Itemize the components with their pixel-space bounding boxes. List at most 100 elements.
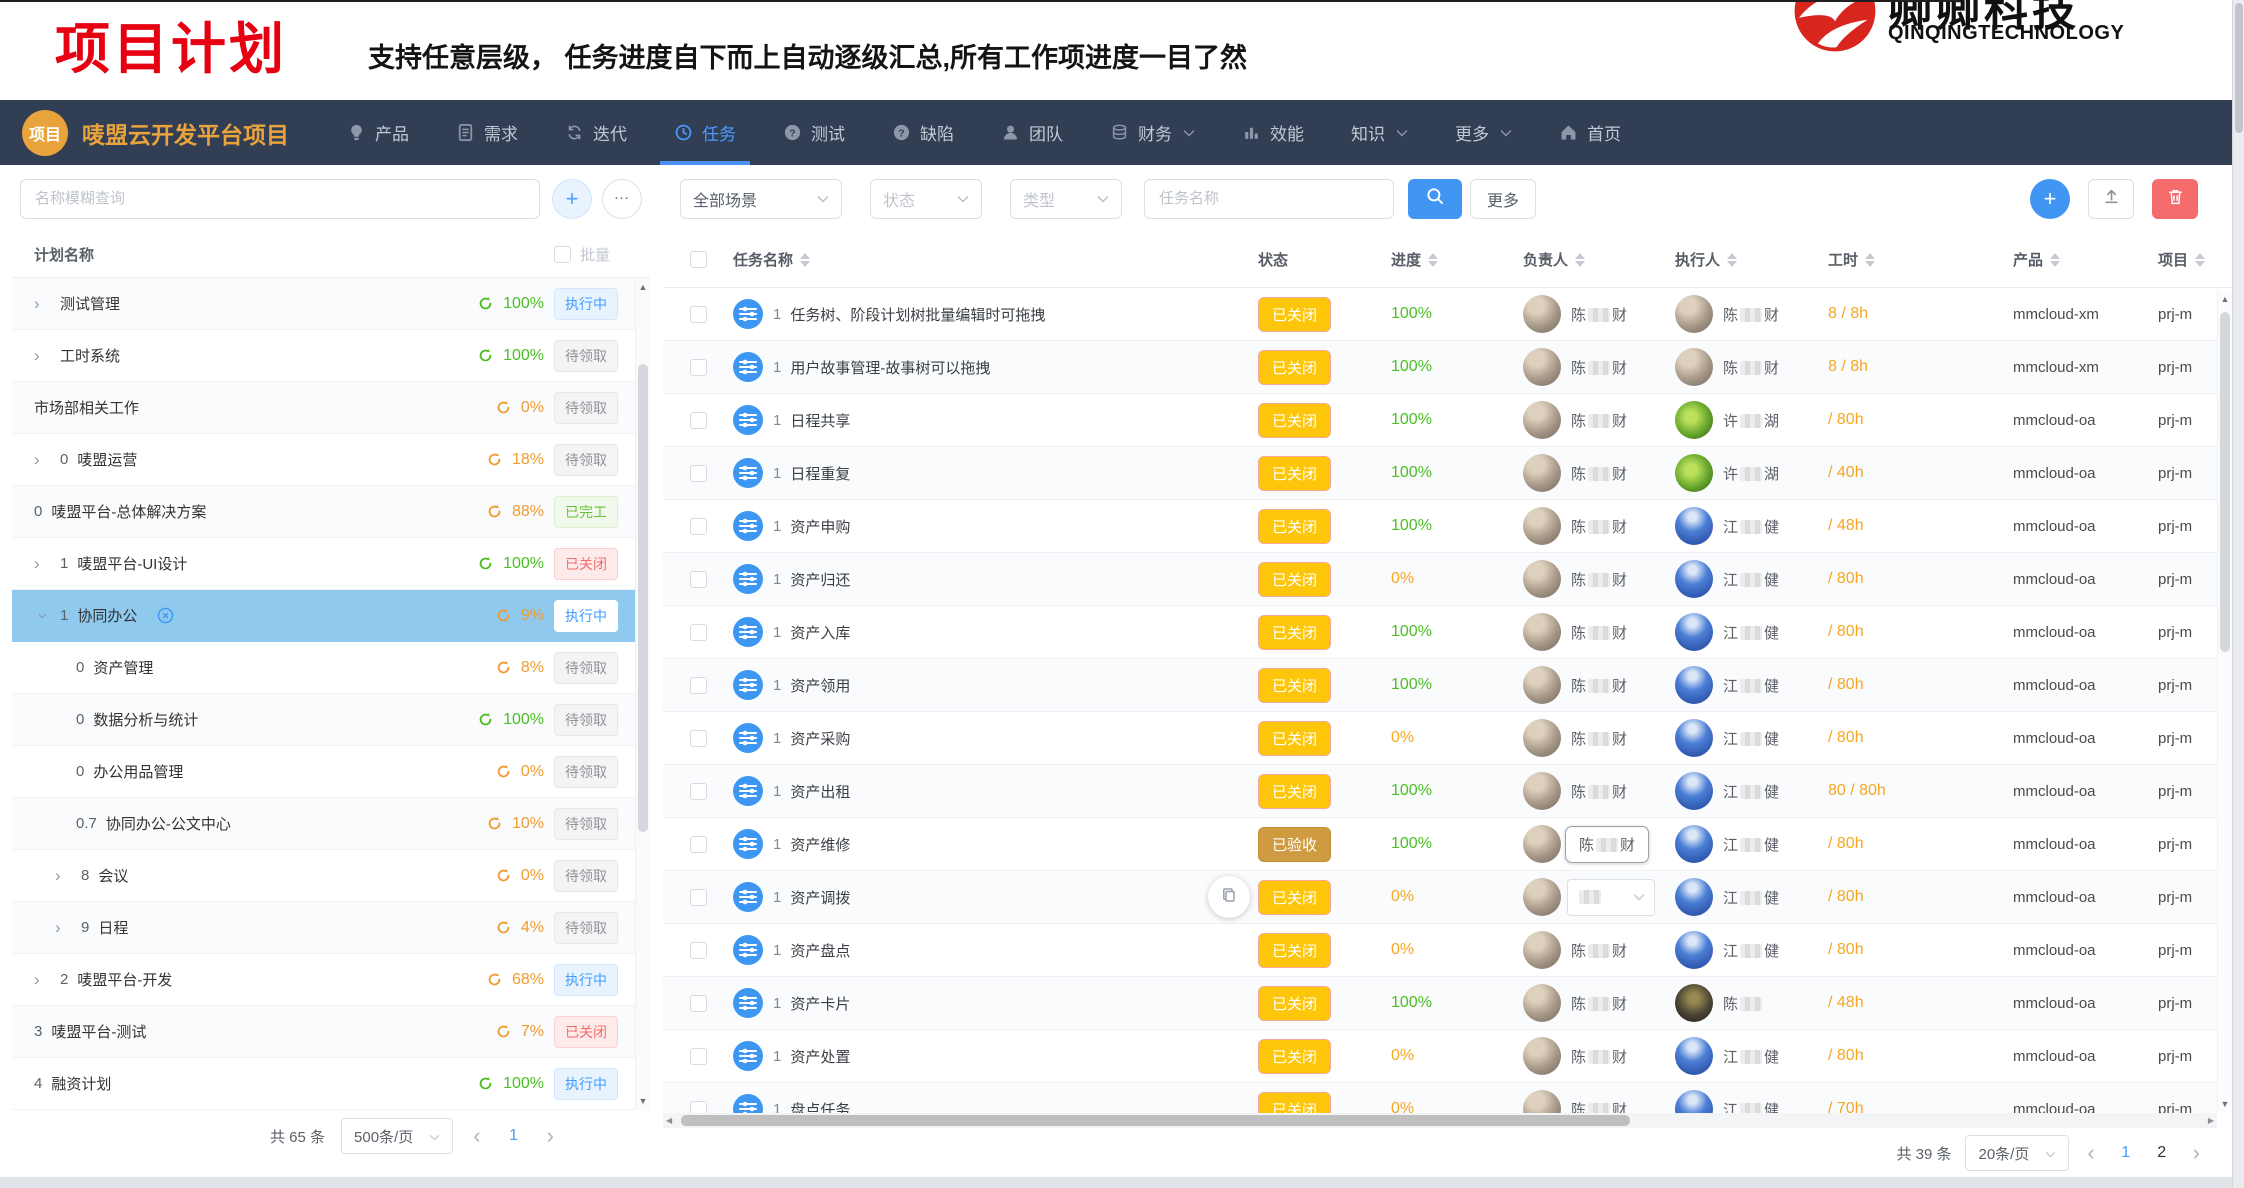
plan-tree-row[interactable]: 0唛盟平台-总体解决方案 88% 已完工 bbox=[12, 486, 650, 538]
nav-item-迭代[interactable]: 迭代 bbox=[565, 100, 627, 165]
delete-button[interactable] bbox=[2152, 179, 2198, 219]
plan-tree-row[interactable]: 0资产管理 8% 待领取 bbox=[12, 642, 650, 694]
column-header-执行人[interactable]: 执行人 bbox=[1675, 249, 1828, 270]
horizontal-scrollbar[interactable]: ◀ ▶ bbox=[663, 1113, 2217, 1128]
task-page-size-select[interactable]: 20条/页 bbox=[1965, 1135, 2069, 1171]
task-page-number-1[interactable]: 1 bbox=[2113, 1144, 2139, 1162]
row-checkbox[interactable] bbox=[690, 1101, 707, 1114]
scroll-up-icon[interactable]: ▲ bbox=[636, 282, 650, 292]
plan-tree-row[interactable]: ›1协同办公 9% 执行中 bbox=[12, 590, 650, 642]
sort-icon[interactable] bbox=[2195, 253, 2205, 267]
nav-item-首页[interactable]: 首页 bbox=[1559, 100, 1621, 165]
chevron-right-icon[interactable]: › bbox=[34, 450, 60, 470]
select-all-checkbox[interactable] bbox=[690, 251, 707, 268]
sort-icon[interactable] bbox=[1575, 253, 1585, 267]
nav-item-财务[interactable]: 财务 bbox=[1110, 100, 1195, 165]
plan-page-number[interactable]: 1 bbox=[501, 1127, 527, 1145]
scroll-left-icon[interactable]: ◀ bbox=[666, 1116, 672, 1125]
plan-prev-page-button[interactable]: ‹ bbox=[469, 1125, 484, 1147]
plan-tree-row[interactable]: 市场部相关工作 0% 待领取 bbox=[12, 382, 650, 434]
chevron-right-icon[interactable]: › bbox=[34, 294, 60, 314]
nav-item-任务[interactable]: 任务 bbox=[674, 100, 736, 165]
column-header-进度[interactable]: 进度 bbox=[1391, 249, 1523, 270]
task-table-row[interactable]: 1 资产维修 已验收 100% 陈财 江健 / 80h mmcloud-oa p… bbox=[663, 818, 2232, 871]
column-header-工时[interactable]: 工时 bbox=[1828, 249, 2013, 270]
task-table-row[interactable]: 1 日程共享 已关闭 100% 陈财 许湖 / 80h mmcloud-oa p… bbox=[663, 394, 2232, 447]
search-button[interactable] bbox=[1408, 179, 1462, 219]
chevron-right-icon[interactable]: › bbox=[34, 346, 60, 366]
task-table-row[interactable]: 1 用户故事管理-故事树可以拖拽 已关闭 100% 陈财 陈财 8 / 8h m… bbox=[663, 341, 2232, 394]
row-checkbox[interactable] bbox=[690, 359, 707, 376]
task-table-row[interactable]: 1 资产入库 已关闭 100% 陈财 江健 / 80h mmcloud-oa p… bbox=[663, 606, 2232, 659]
more-options-button[interactable]: … bbox=[602, 179, 642, 219]
scroll-down-icon[interactable]: ▼ bbox=[2218, 1099, 2232, 1109]
task-prev-page-button[interactable]: ‹ bbox=[2083, 1142, 2098, 1164]
chevron-right-icon[interactable]: › bbox=[55, 918, 81, 938]
sort-icon[interactable] bbox=[1865, 253, 1875, 267]
window-scrollbar-thumb[interactable] bbox=[2235, 3, 2243, 133]
nav-item-测试[interactable]: ?测试 bbox=[783, 100, 845, 165]
plan-tree-row[interactable]: 0.7协同办公-公文中心 10% 待领取 bbox=[12, 798, 650, 850]
plan-name-search-input[interactable] bbox=[20, 179, 540, 219]
plan-tree-row[interactable]: ›9日程 4% 待领取 bbox=[12, 902, 650, 954]
row-checkbox[interactable] bbox=[690, 730, 707, 747]
close-circle-icon[interactable] bbox=[157, 607, 174, 624]
scrollbar-thumb[interactable] bbox=[638, 364, 648, 832]
row-checkbox[interactable] bbox=[690, 942, 707, 959]
plan-next-page-button[interactable]: › bbox=[543, 1125, 558, 1147]
task-table-row[interactable]: 1 资产领用 已关闭 100% 陈财 江健 / 80h mmcloud-oa p… bbox=[663, 659, 2232, 712]
plan-tree-row[interactable]: 4融资计划 100% 执行中 bbox=[12, 1058, 650, 1110]
column-header-产品[interactable]: 产品 bbox=[2013, 249, 2158, 270]
task-table-row[interactable]: 1 资产申购 已关闭 100% 陈财 江健 / 48h mmcloud-oa p… bbox=[663, 500, 2232, 553]
task-table-row[interactable]: 1 资产处置 已关闭 0% 陈财 江健 / 80h mmcloud-oa prj… bbox=[663, 1030, 2232, 1083]
add-task-button[interactable]: + bbox=[2030, 179, 2070, 219]
task-name-search-input[interactable] bbox=[1144, 179, 1394, 219]
chevron-right-icon[interactable]: › bbox=[34, 554, 60, 574]
sort-icon[interactable] bbox=[800, 253, 810, 267]
task-page-number-2[interactable]: 2 bbox=[2149, 1144, 2175, 1162]
hscroll-thumb[interactable] bbox=[681, 1115, 1629, 1126]
chevron-right-icon[interactable]: › bbox=[34, 970, 60, 990]
row-checkbox[interactable] bbox=[690, 306, 707, 323]
column-header-项目[interactable]: 项目 bbox=[2158, 249, 2232, 270]
status-select[interactable]: 状态 bbox=[870, 179, 982, 219]
chevron-right-icon[interactable]: › bbox=[55, 866, 81, 886]
nav-item-需求[interactable]: 需求 bbox=[456, 100, 518, 165]
task-next-page-button[interactable]: › bbox=[2189, 1142, 2204, 1164]
plan-tree-row[interactable]: 3唛盟平台-测试 7% 已关闭 bbox=[12, 1006, 650, 1058]
row-checkbox[interactable] bbox=[690, 571, 707, 588]
nav-item-更多[interactable]: 更多 bbox=[1455, 100, 1512, 165]
row-checkbox[interactable] bbox=[690, 677, 707, 694]
scroll-right-icon[interactable]: ▶ bbox=[2208, 1116, 2214, 1125]
plan-tree-row[interactable]: ›2唛盟平台-开发 68% 执行中 bbox=[12, 954, 650, 1006]
plan-tree-scrollbar[interactable]: ▲ ▼ bbox=[635, 278, 650, 1110]
nav-item-缺陷[interactable]: ?缺陷 bbox=[892, 100, 954, 165]
plan-tree-row[interactable]: ›测试管理 100% 执行中 bbox=[12, 278, 650, 330]
row-checkbox[interactable] bbox=[690, 836, 707, 853]
scrollbar-thumb[interactable] bbox=[2220, 312, 2230, 652]
sort-icon[interactable] bbox=[1428, 253, 1438, 267]
more-filters-button[interactable]: 更多 bbox=[1470, 179, 1536, 219]
task-table-row[interactable]: 1 资产归还 已关闭 0% 陈财 江健 / 80h mmcloud-oa prj… bbox=[663, 553, 2232, 606]
nav-item-产品[interactable]: 产品 bbox=[347, 100, 409, 165]
window-scrollbar[interactable] bbox=[2232, 0, 2244, 1188]
task-table-row[interactable]: 1 资产出租 已关闭 100% 陈财 江健 80 / 80h mmcloud-o… bbox=[663, 765, 2232, 818]
column-header-任务名称[interactable]: 任务名称 bbox=[733, 249, 1258, 270]
plan-tree-row[interactable]: 0数据分析与统计 100% 待领取 bbox=[12, 694, 650, 746]
plan-page-size-select[interactable]: 500条/页 bbox=[341, 1118, 453, 1154]
task-table-row[interactable]: 1 资产盘点 已关闭 0% 陈财 江健 / 80h mmcloud-oa prj… bbox=[663, 924, 2232, 977]
row-checkbox[interactable] bbox=[690, 1048, 707, 1065]
chevron-down-icon[interactable]: › bbox=[33, 607, 53, 625]
task-table-row[interactable]: 1 日程重复 已关闭 100% 陈财 许湖 / 40h mmcloud-oa p… bbox=[663, 447, 2232, 500]
copy-task-button[interactable] bbox=[1208, 876, 1250, 918]
task-table-row[interactable]: 1 资产卡片 已关闭 100% 陈财 陈 / 48h mmcloud-oa pr… bbox=[663, 977, 2232, 1030]
nav-item-团队[interactable]: 团队 bbox=[1001, 100, 1063, 165]
row-checkbox[interactable] bbox=[690, 995, 707, 1012]
plan-tree-row[interactable]: ›工时系统 100% 待领取 bbox=[12, 330, 650, 382]
task-table-scrollbar[interactable]: ▲ ▼ bbox=[2217, 290, 2232, 1113]
row-checkbox[interactable] bbox=[690, 889, 707, 906]
task-table-row[interactable]: 1 盘点任务 已关闭 0% 陈财 江健 / 70h mmcloud-oa prj… bbox=[663, 1083, 2232, 1113]
nav-item-效能[interactable]: 效能 bbox=[1242, 100, 1304, 165]
row-checkbox[interactable] bbox=[690, 624, 707, 641]
column-header-负责人[interactable]: 负责人 bbox=[1523, 249, 1675, 270]
